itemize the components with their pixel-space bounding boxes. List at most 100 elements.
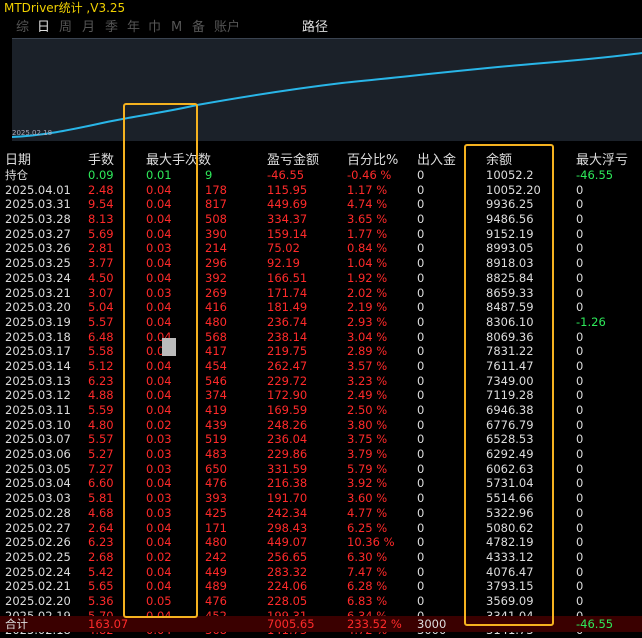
table-row[interactable]: 2025.03.28 8.13 0.04 508 334.37 3.65 % 0 9486.5… (0, 212, 642, 227)
col-max-lots[interactable]: 最大手次数 (146, 153, 211, 169)
cell-io: 0 (417, 212, 425, 227)
table-row[interactable]: 2025.02.24 5.42 0.04 449 283.32 7.47 % 0 4076.4… (0, 565, 642, 580)
cell-io: 0 (417, 168, 425, 182)
table-row[interactable]: 2025.03.27 5.69 0.04 390 159.14 1.77 % 0 9152.1… (0, 227, 642, 242)
table-row[interactable]: 2025.03.14 5.12 0.04 454 262.47 3.57 % 0 7611.4… (0, 359, 642, 374)
tab-m[interactable]: M (171, 18, 182, 38)
tab-quarter[interactable]: 季 (105, 18, 118, 38)
cell-pl: 298.43 (267, 520, 308, 535)
table-row[interactable]: 2025.03.24 4.50 0.04 392 166.51 1.92 % 0 8825.8… (0, 271, 642, 286)
cell-lots: 5.81 (88, 491, 114, 506)
cell-float: 0 (576, 432, 584, 447)
cell-max: 0.04 (146, 226, 172, 241)
cell-lots: 5.12 (88, 358, 114, 373)
cell-lots: 4.50 (88, 270, 114, 285)
cell-lots: 6.23 (88, 535, 114, 550)
table-row[interactable]: 2025.03.21 3.07 0.03 269 171.74 2.02 % 0 8659.3… (0, 286, 642, 301)
cell-pl: 75.02 (267, 241, 300, 256)
table-row[interactable]: 2025.02.20 5.36 0.05 476 228.05 6.83 % 0 3569.0… (0, 594, 642, 609)
path-label[interactable]: 路径 (302, 18, 328, 38)
cell-pl: 166.51 (267, 270, 308, 285)
table-row[interactable]: 2025.02.25 2.68 0.02 242 256.65 6.30 % 0 4333.1… (0, 550, 642, 565)
cell-max: 0.04 (146, 197, 172, 212)
table-row[interactable]: 2025.03.07 5.57 0.03 519 236.04 3.75 % 0 6528.5… (0, 432, 642, 447)
cell-balance: 8993.05 (486, 241, 534, 256)
table-row[interactable]: 2025.03.26 2.81 0.03 214 75.02 0.84 % 0 8993.05… (0, 241, 642, 256)
cell-lots: 7.27 (88, 461, 114, 476)
cell-balance: 5080.62 (486, 520, 534, 535)
cell-io: 0 (417, 461, 425, 476)
table-row[interactable]: 2025.02.28 4.68 0.03 425 242.34 4.77 % 0 5322.9… (0, 506, 642, 521)
table-row[interactable]: 2025.02.27 2.64 0.04 171 298.43 6.25 % 0 5080.6… (0, 521, 642, 536)
cell-balance: 6946.38 (486, 403, 534, 417)
cell-float: 0 (576, 476, 584, 491)
table-row[interactable]: 2025.04.01 2.48 0.04 178 115.95 1.17 % 0 10052.… (0, 183, 642, 198)
table-row[interactable]: 2025.03.20 5.04 0.04 416 181.49 2.19 % 0 8487.5… (0, 300, 642, 315)
cell-date: 2025.02.20 (5, 593, 71, 608)
tab-overview[interactable]: 综 (16, 18, 29, 38)
cell-lots: 2.68 (88, 549, 114, 564)
cell-date: 2025.03.21 (5, 285, 71, 300)
cell-balance: 5731.04 (486, 476, 534, 491)
cell-lots: 6.23 (88, 373, 114, 388)
table-row[interactable]: 2025.03.04 6.60 0.04 476 216.38 3.92 % 0 5731.0… (0, 476, 642, 491)
table-row[interactable]: 2025.03.19 5.57 0.04 480 236.74 2.93 % 0 8306.1… (0, 315, 642, 330)
table-row[interactable]: 2025.03.31 9.54 0.04 817 449.69 4.74 % 0 9936.2… (0, 197, 642, 212)
tab-week[interactable]: 周 (59, 18, 72, 38)
table-row[interactable]: 2025.03.13 6.23 0.04 546 229.72 3.23 % 0 7349.0… (0, 374, 642, 389)
cell-float: 0 (576, 535, 584, 550)
tab-account[interactable]: 账户 (214, 18, 240, 38)
cell-count: 171 (205, 520, 227, 535)
cell-count: 425 (205, 505, 227, 520)
table-row[interactable]: 2025.03.18 6.48 0.04 568 238.14 3.04 % 0 8069.3… (0, 330, 642, 345)
col-lots[interactable]: 手数 (88, 153, 114, 169)
holding-row[interactable]: 持仓 0.09 0.01 9 -46.55 -0.46 % 0 10052.2 … (0, 168, 642, 183)
table-row[interactable]: 2025.03.12 4.88 0.04 374 172.90 2.49 % 0 7119.2… (0, 388, 642, 403)
table-row[interactable]: 2025.03.05 7.27 0.03 650 331.59 5.79 % 0 6062.6… (0, 462, 642, 477)
table-row[interactable]: 2025.03.17 5.58 0.04 417 219.75 2.89 % 0 7831.2… (0, 344, 642, 359)
cell-max: 0.04 (146, 564, 172, 579)
cell-io: 0 (417, 447, 425, 462)
cell-date: 2025.03.07 (5, 432, 71, 447)
cell-lots: 2.48 (88, 182, 114, 197)
col-io[interactable]: 出入金 (417, 153, 456, 169)
table-row[interactable]: 2025.03.25 3.77 0.04 296 92.19 1.04 % 0 8918.03… (0, 256, 642, 271)
table-row[interactable]: 2025.02.26 6.23 0.04 480 449.07 10.36 % 0 4782.… (0, 535, 642, 550)
tab-month[interactable]: 月 (82, 18, 95, 38)
col-pl[interactable]: 盈亏金额 (267, 153, 319, 169)
cell-float: 0 (576, 505, 584, 520)
tab-year[interactable]: 年 (127, 18, 140, 38)
scroll-thumb[interactable] (162, 338, 176, 356)
cell-max: 0.04 (146, 256, 172, 271)
table-row[interactable]: 2025.03.11 5.59 0.04 419 169.59 2.50 % 0 6946.3… (0, 403, 642, 418)
cell-balance: 10052.20 (486, 182, 541, 197)
col-date[interactable]: 日期 (5, 153, 31, 169)
col-pct[interactable]: 百分比% (347, 153, 398, 169)
cell-count: 9 (205, 168, 213, 182)
cell-float: 0 (576, 182, 584, 197)
cell-count: 546 (205, 373, 227, 388)
cell-float: 0 (576, 300, 584, 315)
cell-lots: 9.54 (88, 197, 114, 212)
cell-float: 0 (576, 285, 584, 300)
cell-lots: 2.81 (88, 241, 114, 256)
cell-float: 0 (576, 388, 584, 403)
tab-note[interactable]: 备 (192, 18, 205, 38)
table-row[interactable]: 2025.02.21 5.65 0.04 489 224.06 6.28 % 0 3793.1… (0, 579, 642, 594)
table-row[interactable]: 2025.03.03 5.81 0.03 393 191.70 3.60 % 0 5514.6… (0, 491, 642, 506)
table-row[interactable]: 2025.03.06 5.27 0.03 483 229.86 3.79 % 0 6292.4… (0, 447, 642, 462)
cell-balance: 6776.79 (486, 417, 534, 432)
tab-symbol[interactable]: 巾 (148, 18, 161, 38)
col-float[interactable]: 最大浮亏 (576, 153, 628, 169)
cell-pct: 3.57 % (347, 358, 388, 373)
table-row[interactable]: 2025.03.10 4.80 0.02 439 248.26 3.80 % 0 6776.7… (0, 418, 642, 433)
cell-float: 0 (576, 358, 584, 373)
window-title: MTDriver统计 ,V3.25 (0, 0, 642, 16)
cell-date: 2025.03.10 (5, 417, 71, 432)
cell-date: 2025.03.04 (5, 476, 71, 491)
col-balance[interactable]: 余额 (486, 153, 512, 169)
cell-max: 0.04 (146, 579, 172, 594)
tab-day[interactable]: 日 (37, 18, 50, 38)
cell-balance: 5514.66 (486, 491, 534, 506)
cell-float: 0 (576, 403, 584, 417)
